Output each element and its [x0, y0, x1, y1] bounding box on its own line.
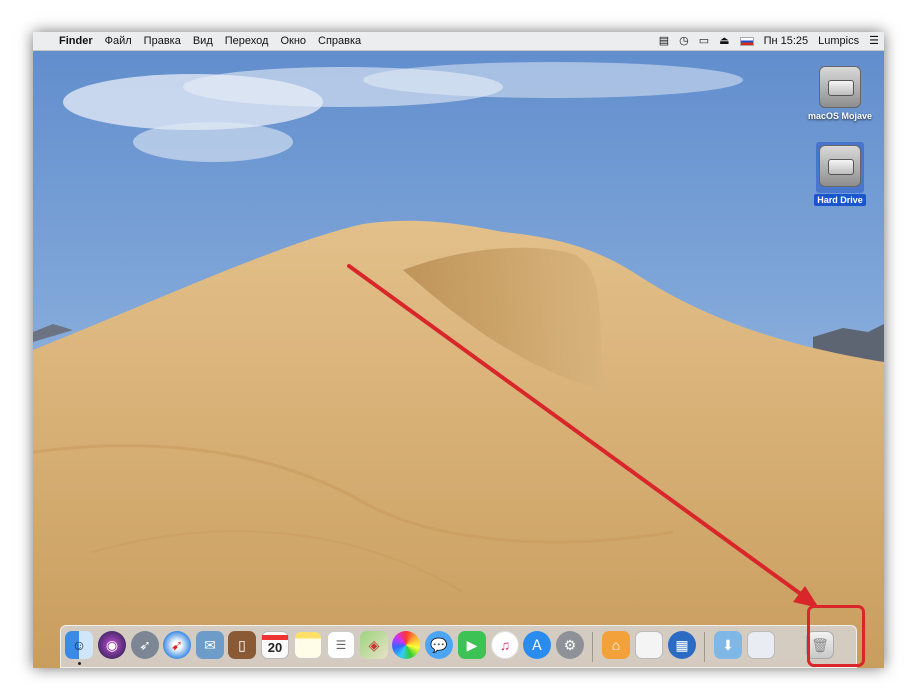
finder-icon[interactable]: ☺ [65, 631, 93, 659]
system-preferences-icon[interactable]: ⚙ [556, 631, 584, 659]
mail-icon[interactable]: ✉ [196, 631, 224, 659]
app-store-icon[interactable]: Ａ [523, 631, 551, 659]
dock-separator [592, 632, 593, 662]
menu-file[interactable]: Файл [99, 32, 138, 50]
running-indicator [78, 662, 81, 665]
wallpaper-art [33, 62, 884, 668]
desktop-icon-label: Hard Drive [814, 194, 866, 206]
eject-icon[interactable]: ⏏ [714, 32, 734, 50]
mission-control-icon[interactable]: ▤ [654, 32, 674, 50]
clock[interactable]: Пн 15:25 [759, 32, 814, 50]
safari-icon[interactable]: ➹ [163, 631, 191, 659]
contacts-icon[interactable]: ▯ [228, 631, 256, 659]
russian-flag-input-icon[interactable] [735, 32, 759, 50]
status-area: ▤ ◷ ▭ ⏏ Пн 15:25 Lumpics ☰ [654, 32, 884, 50]
calendar-day: 20 [267, 640, 283, 655]
downloads-folder-icon[interactable]: ⬇ [714, 631, 742, 659]
user-name[interactable]: Lumpics [813, 32, 864, 50]
photos-icon[interactable] [392, 631, 420, 659]
trash-highlight-callout [807, 605, 865, 667]
home-icon[interactable]: ⌂ [602, 631, 630, 659]
screenshot-stack-icon[interactable] [747, 631, 775, 659]
internal-drive-icon [819, 66, 861, 108]
desktop-icon-label: macOS Mojave [807, 111, 873, 121]
facetime-icon[interactable]: ▶ [458, 631, 486, 659]
itunes-icon[interactable]: ♫ [491, 631, 519, 659]
internal-drive-icon [819, 145, 861, 187]
menu-edit[interactable]: Правка [138, 32, 187, 50]
menu-go[interactable]: Переход [219, 32, 275, 50]
dock: ☺ ◉ ➶ ➹ ✉ ▯ 20 ☰ ◈ 💬 ▶ ♫ Ａ ⚙ ⌂ ▦ ⬇ 🗑 [60, 625, 857, 668]
desktop-screen: Finder Файл Правка Вид Переход Окно Спра… [33, 32, 884, 668]
messages-icon[interactable]: 💬 [425, 631, 453, 659]
desktop-icon-macos-mojave[interactable]: macOS Mojave [807, 66, 873, 121]
menu-window[interactable]: Окно [274, 32, 312, 50]
menu-app-finder[interactable]: Finder [53, 32, 99, 50]
time-machine-icon[interactable]: ◷ [674, 32, 694, 50]
mojave-wallpaper [33, 32, 884, 668]
maps-icon[interactable]: ◈ [360, 631, 388, 659]
dock-separator [704, 632, 705, 662]
calendar-icon[interactable]: 20 [261, 631, 289, 659]
list-menu-icon[interactable]: ☰ [864, 32, 884, 50]
menu-bar: Finder Файл Правка Вид Переход Окно Спра… [33, 32, 884, 51]
reminders-icon[interactable]: ☰ [327, 631, 355, 659]
siri-icon[interactable]: ◉ [98, 631, 126, 659]
document-icon[interactable] [635, 631, 663, 659]
airplay-display-icon[interactable]: ▭ [694, 32, 714, 50]
launchpad-icon[interactable]: ➶ [131, 631, 159, 659]
menu-help[interactable]: Справка [312, 32, 367, 50]
desktop-icon-hard-drive[interactable]: Hard Drive [807, 142, 873, 206]
notes-icon[interactable] [294, 631, 322, 659]
migration-assistant-icon[interactable]: ▦ [668, 631, 696, 659]
menu-view[interactable]: Вид [187, 32, 219, 50]
